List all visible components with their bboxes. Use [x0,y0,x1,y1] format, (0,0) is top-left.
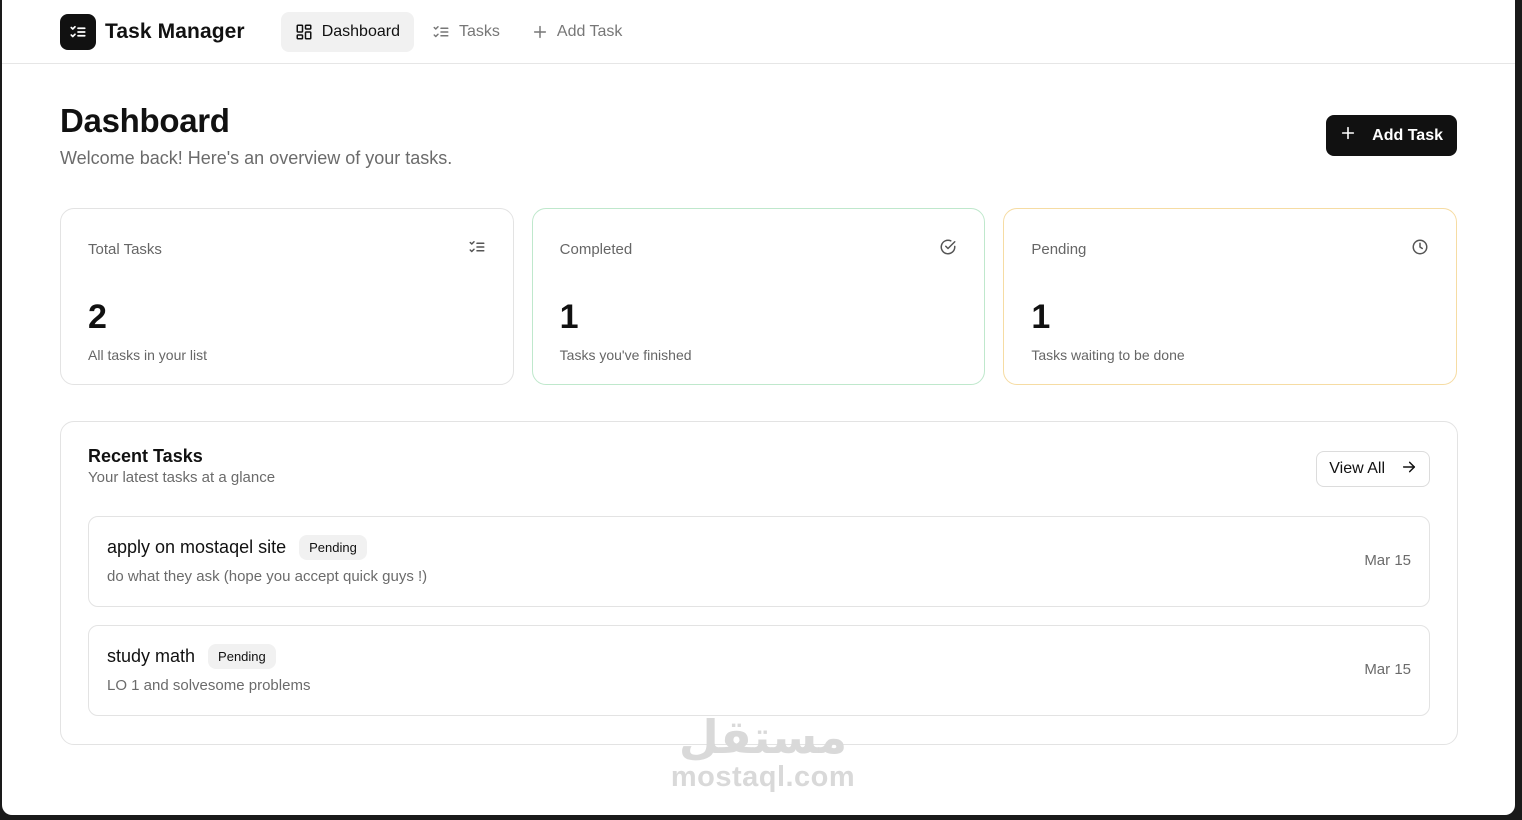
recent-tasks-panel: Recent Tasks Your latest tasks at a glan… [60,421,1458,745]
main-nav: Dashboard Tasks Add Task [280,11,637,52]
check-circle-icon [939,238,957,261]
add-task-button-label: Add Task [1372,126,1443,144]
view-all-button[interactable]: View All [1316,451,1430,487]
nav-add-task[interactable]: Add Task [518,12,637,52]
top-navbar: Task Manager Dashboard Tasks Add Task [2,0,1515,64]
nav-add-task-label: Add Task [556,22,623,40]
stat-label: Total Tasks [88,241,162,258]
plus-icon [532,24,548,40]
list-checks-icon [432,23,450,41]
view-all-label: View All [1329,460,1385,477]
watermark-latin: mostaql.com [670,761,856,793]
status-badge: Pending [299,535,367,560]
task-date: Mar 15 [1364,661,1411,678]
clock-icon [1411,238,1429,261]
page-title: Dashboard [60,102,230,139]
recent-tasks-title: Recent Tasks [88,446,203,466]
grid-icon [295,23,313,41]
app-window: Task Manager Dashboard Tasks Add Task Da… [2,0,1515,815]
task-list: apply on mostaqel site Pending do what t… [88,516,1430,716]
list-checks-icon [60,13,96,50]
recent-tasks-subtitle: Your latest tasks at a glance [88,469,276,486]
arrow-right-icon [1401,459,1417,480]
page-subtitle: Welcome back! Here's an overview of your… [60,148,453,168]
stat-value: 1 [559,298,579,336]
stat-description: All tasks in your list [88,347,208,363]
task-item[interactable]: study math Pending LO 1 and solvesome pr… [88,625,1430,716]
stat-card-completed: Completed 1 Tasks you've finished [531,208,986,385]
task-description: LO 1 and solvesome problems [107,677,311,694]
stat-label: Completed [559,241,633,258]
add-task-button[interactable]: Add Task [1326,115,1457,156]
nav-tasks[interactable]: Tasks [418,12,514,52]
nav-tasks-label: Tasks [458,22,500,40]
nav-dashboard[interactable]: Dashboard [280,11,414,52]
stat-value: 1 [1031,298,1051,336]
stat-value: 2 [88,298,107,336]
nav-dashboard-label: Dashboard [321,22,400,40]
stat-description: Tasks waiting to be done [1031,347,1185,363]
task-item[interactable]: apply on mostaqel site Pending do what t… [88,516,1430,607]
stat-card-pending: Pending 1 Tasks waiting to be done [1003,208,1458,385]
plus-icon [1340,125,1356,146]
stat-card-total: Total Tasks 2 All tasks in your list [60,208,514,385]
app-name: Task Manager [105,19,245,43]
task-title: study math [107,646,196,666]
task-description: do what they ask (hope you accept quick … [107,568,428,585]
task-date: Mar 15 [1364,552,1411,569]
main-content: Dashboard Welcome back! Here's an overvi… [2,64,1515,745]
page-header: Dashboard Welcome back! Here's an overvi… [60,102,1457,169]
task-title: apply on mostaqel site [107,537,287,557]
brand[interactable]: Task Manager [60,13,245,50]
status-badge: Pending [208,644,276,669]
stat-description: Tasks you've finished [559,347,692,363]
list-checks-icon [468,238,486,261]
stat-label: Pending [1031,241,1087,258]
stats-row: Total Tasks 2 All tasks in your list Com… [60,208,1458,385]
